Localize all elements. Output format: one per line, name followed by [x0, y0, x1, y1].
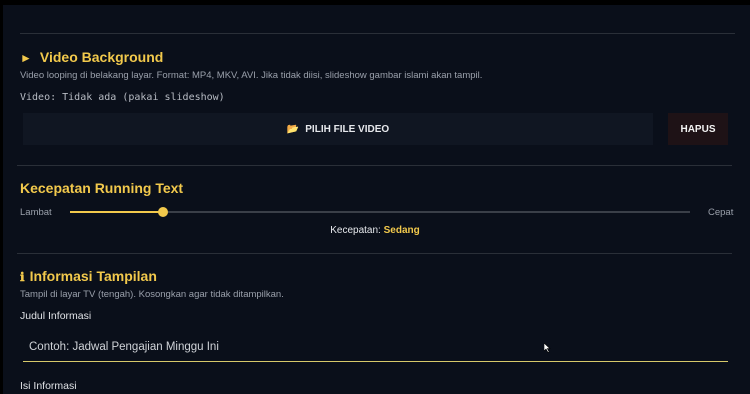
video-section-title-text: Video Background — [39, 49, 164, 65]
speed-max-label: Cepat — [708, 207, 734, 218]
speed-min-label: Lambat — [20, 207, 52, 218]
info-icon: ℹ — [20, 270, 25, 284]
speed-section-title: Kecepatan Running Text — [20, 180, 184, 196]
info-title-field-label: Judul Informasi — [20, 310, 92, 322]
speed-readout-value: Sedang — [383, 225, 420, 236]
folder-open-icon: 📂 — [286, 123, 300, 135]
info-section-title-text: Informasi Tampilan — [29, 268, 157, 284]
info-section-title: ℹ Informasi Tampilan — [20, 268, 157, 284]
video-description: Video looping di belakang layar. Format:… — [20, 70, 483, 81]
info-description: Tampil di layar TV (tengah). Kosongkan a… — [20, 289, 284, 300]
speed-readout-label: Kecepatan: — [330, 225, 381, 236]
divider — [20, 33, 735, 34]
play-triangle-icon: ► — [20, 51, 32, 65]
info-title-input[interactable] — [23, 333, 728, 362]
speed-slider-thumb[interactable] — [158, 207, 168, 217]
video-status: Video: Tidak ada (pakai slideshow) — [20, 92, 225, 103]
info-content-field-label: Isi Informasi — [20, 380, 77, 392]
speed-readout: Kecepatan: Sedang — [0, 225, 750, 236]
video-section-title: ► Video Background — [20, 49, 163, 65]
pick-video-button[interactable]: 📂 PILIH FILE VIDEO — [23, 113, 653, 145]
pick-video-label: PILIH FILE VIDEO — [305, 123, 390, 135]
speed-slider-fill — [70, 211, 163, 213]
delete-video-button[interactable]: HAPUS — [668, 113, 728, 145]
divider — [17, 253, 732, 254]
divider — [17, 165, 732, 166]
mouse-cursor-icon — [544, 343, 551, 353]
